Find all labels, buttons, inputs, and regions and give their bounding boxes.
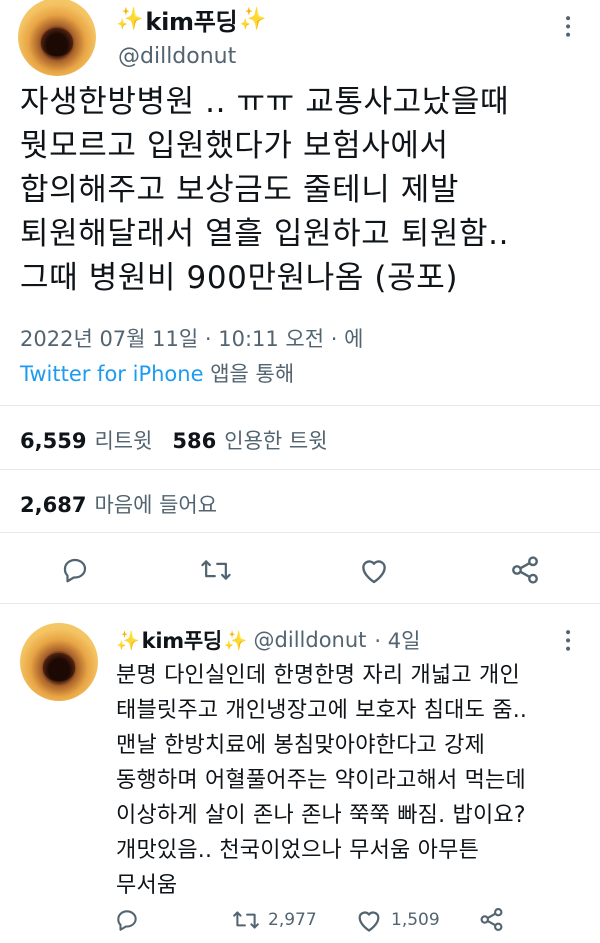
sparkle-icon: ✨: [116, 6, 144, 32]
share-icon[interactable]: [509, 554, 541, 586]
divider: [0, 603, 600, 604]
source-suffix: 앱을 통해: [210, 362, 295, 386]
author-handle[interactable]: @dilldonut: [118, 44, 236, 69]
retweet-count: 2,977: [268, 910, 317, 930]
quote-count[interactable]: 586: [172, 429, 216, 453]
reply-header: ✨ kim푸딩 ✨ @dilldonut · 4일: [116, 626, 420, 654]
avatar-mouth: [41, 27, 73, 56]
reply-text-line: 개맛있음.. 천국이었으나 무서움 아무튼: [116, 838, 480, 863]
retweet-icon: [232, 907, 260, 933]
retweet-label[interactable]: 리트윗: [94, 425, 152, 455]
reply-author-handle[interactable]: @dilldonut: [254, 628, 367, 652]
reply-author-avatar[interactable]: [20, 623, 98, 701]
tweet-source: Twitter for iPhone 앱을 통해: [20, 358, 294, 388]
reply-text-line: 동행하며 어혈풀어주는 약이라고해서 먹는데: [116, 768, 526, 793]
retweet-icon[interactable]: [200, 555, 232, 585]
like-icon[interactable]: [358, 555, 390, 585]
reply-text-line: 태블릿주고 개인냉장고에 보호자 침대도 줌..: [116, 698, 528, 723]
reply-age[interactable]: · 4일: [374, 625, 420, 655]
like-stats: 2,687 마음에 들어요: [20, 489, 217, 519]
source-app-link[interactable]: Twitter for iPhone: [20, 362, 204, 386]
retweet-count[interactable]: 6,559: [20, 429, 86, 453]
retweet-quote-stats: 6,559 리트윗 586 인용한 트윗: [20, 425, 328, 455]
like-count: 1,509: [391, 910, 440, 930]
more-options-icon[interactable]: •••: [559, 628, 575, 653]
share-icon[interactable]: [478, 906, 505, 933]
tweet-text-line: 그때 병원비 900만원나옴 (공포): [20, 260, 459, 296]
reply-text-line: 이상하게 살이 존나 존나 쭉쭉 빠짐. 밥이요?: [116, 803, 526, 828]
reply-like-action[interactable]: 1,509: [355, 907, 440, 933]
sparkle-icon: ✨: [239, 6, 267, 32]
divider: [0, 469, 600, 470]
tweet-timestamp[interactable]: 2022년 07월 11일 · 10:11 오전 · 에: [20, 323, 363, 353]
more-options-icon[interactable]: •••: [559, 14, 575, 39]
author-avatar[interactable]: [18, 0, 96, 76]
reply-retweet-action[interactable]: 2,977: [232, 907, 317, 933]
like-icon: [355, 907, 383, 933]
reply-text-line: 분명 다인실인데 한명한명 자리 개넓고 개인: [116, 663, 520, 688]
author-name: kim푸딩: [145, 7, 238, 36]
like-count[interactable]: 2,687: [20, 493, 86, 517]
sparkle-icon: ✨: [116, 629, 140, 652]
sparkle-icon: ✨: [223, 629, 248, 652]
divider: [0, 532, 600, 533]
reply-text-line: 무서움: [116, 873, 178, 898]
tweet-text-line: 합의해주고 보상금도 줄테니 제발: [20, 172, 460, 208]
tweet-text-line: 자생한방병원 .. ㅠㅠ 교통사고났을때: [20, 84, 510, 120]
reply-icon[interactable]: [114, 907, 140, 933]
tweet-text-line: 퇴원해달래서 열흘 입원하고 퇴원함..: [20, 216, 510, 252]
author-name-row[interactable]: ✨ kim푸딩 ✨: [116, 4, 267, 36]
quote-label[interactable]: 인용한 트윗: [224, 425, 327, 455]
like-label[interactable]: 마음에 들어요: [94, 489, 217, 519]
avatar-mouth: [43, 652, 75, 681]
tweet-text-line: 뭣모르고 입원했다가 보험사에서: [20, 128, 449, 164]
divider: [0, 405, 600, 406]
reply-text: 분명 다인실인데 한명한명 자리 개넓고 개인 태블릿주고 개인냉장고에 보호자…: [116, 658, 527, 903]
reply-icon[interactable]: [60, 555, 90, 585]
reply-author-name[interactable]: kim푸딩: [142, 625, 222, 655]
tweet-text: 자생한방병원 .. ㅠㅠ 교통사고났을때 뭣모르고 입원했다가 보험사에서 합의…: [20, 80, 509, 300]
reply-text-line: 맨날 한방치료에 봉침맞아야한다고 강제: [116, 733, 486, 758]
